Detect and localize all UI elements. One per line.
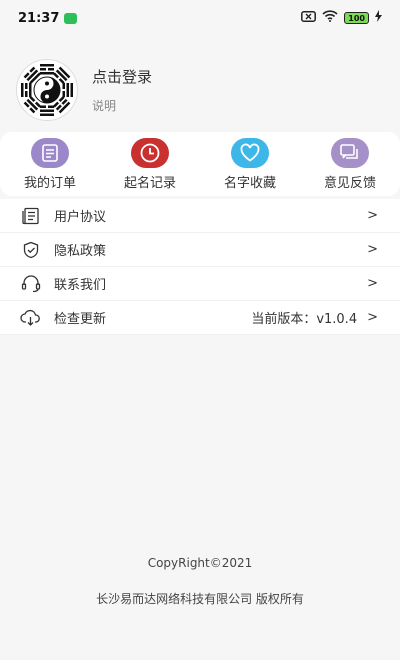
current-version: 当前版本：v1.0.4 [251,312,358,327]
notification-icon [64,12,78,24]
profile-subtitle: 说明 [92,99,117,113]
headset-icon [20,273,42,295]
menu-item-check-update[interactable]: 检查更新 当前版本：v1.0.4 > [0,301,400,335]
copyright-text: CopyRight©2021 [147,556,253,570]
document-icon [20,205,42,227]
clock-icon [131,138,169,168]
name-favorites-button[interactable]: 名字收藏 [205,138,295,191]
heart-icon [231,138,269,168]
chevron-right-icon: > [367,276,378,291]
battery-icon: 100 [344,12,369,24]
menu-label-privacy-policy: 隐私政策 [54,244,107,259]
status-time: 21:37 [18,10,60,26]
profile-header[interactable]: 点击登录 说明 [0,50,400,130]
menu-label-contact-us: 联系我们 [54,278,107,293]
shield-icon [20,239,42,261]
my-orders-button[interactable]: 我的订单 [5,138,95,191]
sim-off-icon [301,10,317,26]
chevron-right-icon: > [367,310,378,325]
bagua-yinyang-icon [19,62,75,118]
charging-icon [375,10,382,26]
naming-history-button[interactable]: 起名记录 [105,138,195,191]
quick-actions-bar: 我的订单 起名记录 名字收藏 意见反馈 [0,132,400,196]
feedback-icon [331,138,369,168]
wifi-icon [322,10,338,26]
menu-item-contact-us[interactable]: 联系我们 > [0,267,400,301]
naming-history-label: 起名记录 [123,176,176,191]
cloud-download-icon [20,307,42,329]
settings-menu: 用户协议 > 隐私政策 > 联系我们 > 检查更新 当前版本：v1.0.4 > [0,199,400,335]
menu-label-check-update: 检查更新 [54,312,107,327]
order-icon [31,138,69,168]
menu-label-user-agreement: 用户协议 [54,210,107,225]
feedback-label: 意见反馈 [323,176,376,191]
menu-item-user-agreement[interactable]: 用户协议 > [0,199,400,233]
my-orders-label: 我的订单 [23,176,76,191]
chevron-right-icon: > [367,242,378,257]
chevron-right-icon: > [367,208,378,223]
menu-item-privacy-policy[interactable]: 隐私政策 > [0,233,400,267]
avatar[interactable] [16,59,78,121]
company-text: 长沙易而达网络科技有限公司 版权所有 [96,592,304,606]
login-prompt[interactable]: 点击登录 [92,66,152,87]
status-bar: 21:37 100 [0,0,400,36]
name-favorites-label: 名字收藏 [223,176,276,191]
feedback-button[interactable]: 意见反馈 [305,138,395,191]
